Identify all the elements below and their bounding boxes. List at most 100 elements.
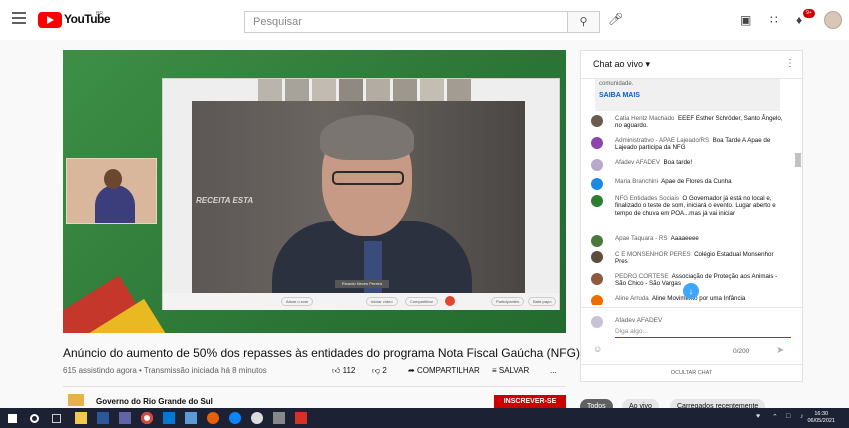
save-playlist-icon: ≡ — [492, 366, 497, 375]
chat-message: NFG Entidades Sociais O Governador já es… — [591, 195, 787, 217]
scroll-to-bottom-button[interactable]: ↓ — [683, 283, 699, 299]
meet-control-share: Compartilhar — [405, 297, 438, 306]
clock[interactable]: 16:30 06/05/2021 — [807, 411, 835, 425]
video-title: Anúncio do aumento de 50% dos repasses à… — [63, 346, 580, 360]
meeting-window: RECEITA ESTA Ricardo Neves Pereira Ativa… — [162, 78, 560, 310]
emoji-icon[interactable]: ☺ — [593, 344, 602, 354]
chat-author: PEDRO CORTESE — [615, 273, 669, 280]
chat-avatar — [591, 251, 603, 263]
chat-avatar — [591, 137, 603, 149]
microphone-icon[interactable]: 🎤︎ — [608, 12, 623, 26]
thumbs-down-icon: 👎︎ — [372, 366, 381, 375]
youtube-logo-text[interactable]: YouTube — [64, 12, 111, 26]
tray-chevron-icon[interactable]: ⌃ — [772, 413, 778, 421]
meet-leave-icon — [445, 296, 455, 306]
dislike-button[interactable]: 👎︎ 2 — [372, 366, 387, 376]
chat-mode-selector[interactable]: Chat ao vivo ▾ — [593, 59, 650, 70]
chat-text: Aline Movimento por uma Infância — [651, 295, 746, 302]
meet-control-chat: Bate-papo — [528, 297, 557, 306]
teams-icon[interactable] — [119, 412, 131, 424]
chat-input-area: Afadev AFADEV Diga algo... ☺ 0/200 ➤ OCU… — [581, 307, 802, 381]
settings-gear-icon[interactable] — [251, 412, 263, 424]
channel-logo[interactable] — [68, 394, 84, 406]
start-windows-icon[interactable] — [8, 414, 17, 423]
participant-thumbnail — [447, 79, 471, 101]
apps-grid-icon[interactable]: ∷ — [770, 13, 778, 27]
divider — [63, 386, 566, 387]
chat-more-options-icon[interactable]: ⋮ — [785, 58, 795, 69]
chat-author: C E MONSENHOR PERES — [615, 251, 691, 258]
region-label: BR — [96, 11, 103, 17]
more-actions-button[interactable]: ... — [550, 366, 557, 375]
share-icon: ➦ — [408, 366, 415, 375]
speaker-glasses — [332, 171, 404, 185]
participant-thumbnail — [312, 79, 336, 101]
channel-name[interactable]: Governo do Rio Grande do Sul — [96, 397, 213, 406]
dropdown-arrow-icon: ▾ — [645, 59, 651, 69]
chat-avatar — [591, 273, 603, 285]
search-button[interactable]: ⚲ — [568, 11, 600, 33]
volume-icon[interactable]: ♪ — [800, 413, 804, 420]
meet-control-start-video: Iniciar vídeo — [366, 297, 398, 306]
like-count: 112 — [342, 366, 356, 375]
chat-author: Apae Taquara - RS — [615, 235, 668, 242]
mail-icon[interactable] — [163, 412, 175, 424]
participant-thumbnail — [393, 79, 417, 101]
word-icon[interactable] — [97, 412, 109, 424]
clock-date: 06/05/2021 — [807, 418, 835, 424]
app-red-icon[interactable] — [295, 412, 307, 424]
chat-author: Catia Hentz Machado — [615, 115, 675, 122]
chat-avatar — [591, 115, 603, 127]
video-meta: 615 assistindo agora • Transmissão inici… — [63, 366, 267, 375]
photos-icon[interactable] — [185, 412, 197, 424]
participant-thumbnails — [258, 79, 473, 101]
search-circle-icon[interactable] — [30, 414, 39, 423]
file-explorer-icon[interactable] — [75, 412, 87, 424]
chat-header: Chat ao vivo ▾ ⋮ — [581, 51, 802, 79]
search-input[interactable]: Pesquisar — [244, 11, 568, 33]
participant-thumbnail — [339, 79, 363, 101]
chrome-icon[interactable] — [141, 412, 153, 424]
interpreter-body — [95, 185, 135, 223]
chat-author: Maria Branchini — [615, 178, 658, 185]
chat-avatar — [591, 295, 603, 305]
share-button[interactable]: ➦ COMPARTILHAR — [408, 366, 480, 375]
menu-icon[interactable] — [12, 12, 26, 24]
save-label: SALVAR — [498, 366, 530, 375]
send-icon[interactable]: ➤ — [776, 345, 784, 356]
app-icon[interactable] — [273, 412, 285, 424]
chat-author: Aline Arruda — [615, 295, 649, 302]
chat-avatar — [591, 195, 603, 207]
chat-avatar — [591, 235, 603, 247]
notifications-bell-icon[interactable]: ♦ — [796, 13, 802, 27]
speaker-video: RECEITA ESTA Ricardo Neves Pereira — [192, 101, 525, 293]
background-brand-text: RECEITA ESTA — [196, 196, 254, 205]
search-icon: ⚲ — [579, 16, 588, 28]
task-view-icon[interactable] — [52, 414, 61, 423]
firefox-icon[interactable] — [207, 412, 219, 424]
like-button[interactable]: 👍︎ 112 — [332, 366, 355, 376]
chat-text: Aaaaeeee — [670, 235, 699, 242]
edge-icon[interactable] — [229, 412, 241, 424]
subscribe-button[interactable]: INSCREVER-SE — [494, 395, 566, 409]
meeting-controls-bar: Ativar o som Iniciar vídeo Compartilhar … — [163, 293, 559, 310]
live-chat-panel: Chat ao vivo ▾ ⋮ comunidade. SAIBA MAIS … — [580, 50, 803, 382]
network-icon[interactable]: □ — [786, 413, 790, 420]
chat-message: Afadev AFADEV Boa tarde! — [591, 159, 787, 171]
chat-title: Chat ao vivo — [593, 59, 644, 69]
video-player[interactable]: RECEITA ESTA Ricardo Neves Pereira Ativa… — [63, 50, 566, 333]
chat-text: Boa tarde! — [663, 159, 693, 166]
create-video-icon[interactable]: ▣ — [740, 13, 751, 27]
chat-scrollbar[interactable] — [795, 153, 801, 167]
save-button[interactable]: ≡ SALVAR — [492, 366, 529, 375]
speaker-name-tag: Ricardo Neves Pereira — [335, 280, 389, 288]
learn-more-link[interactable]: SAIBA MAIS — [599, 92, 640, 99]
chat-author: Afadev AFADEV — [615, 159, 661, 166]
people-icon[interactable]: ♥ — [756, 413, 760, 420]
account-avatar[interactable] — [824, 11, 842, 29]
chat-message-input[interactable]: Diga algo... — [615, 328, 791, 338]
chat-text: Apae de Flores da Cunha — [661, 178, 732, 185]
youtube-logo-icon[interactable] — [38, 12, 62, 28]
hide-chat-button[interactable]: OCULTAR CHAT — [581, 364, 802, 380]
chat-avatar — [591, 178, 603, 190]
